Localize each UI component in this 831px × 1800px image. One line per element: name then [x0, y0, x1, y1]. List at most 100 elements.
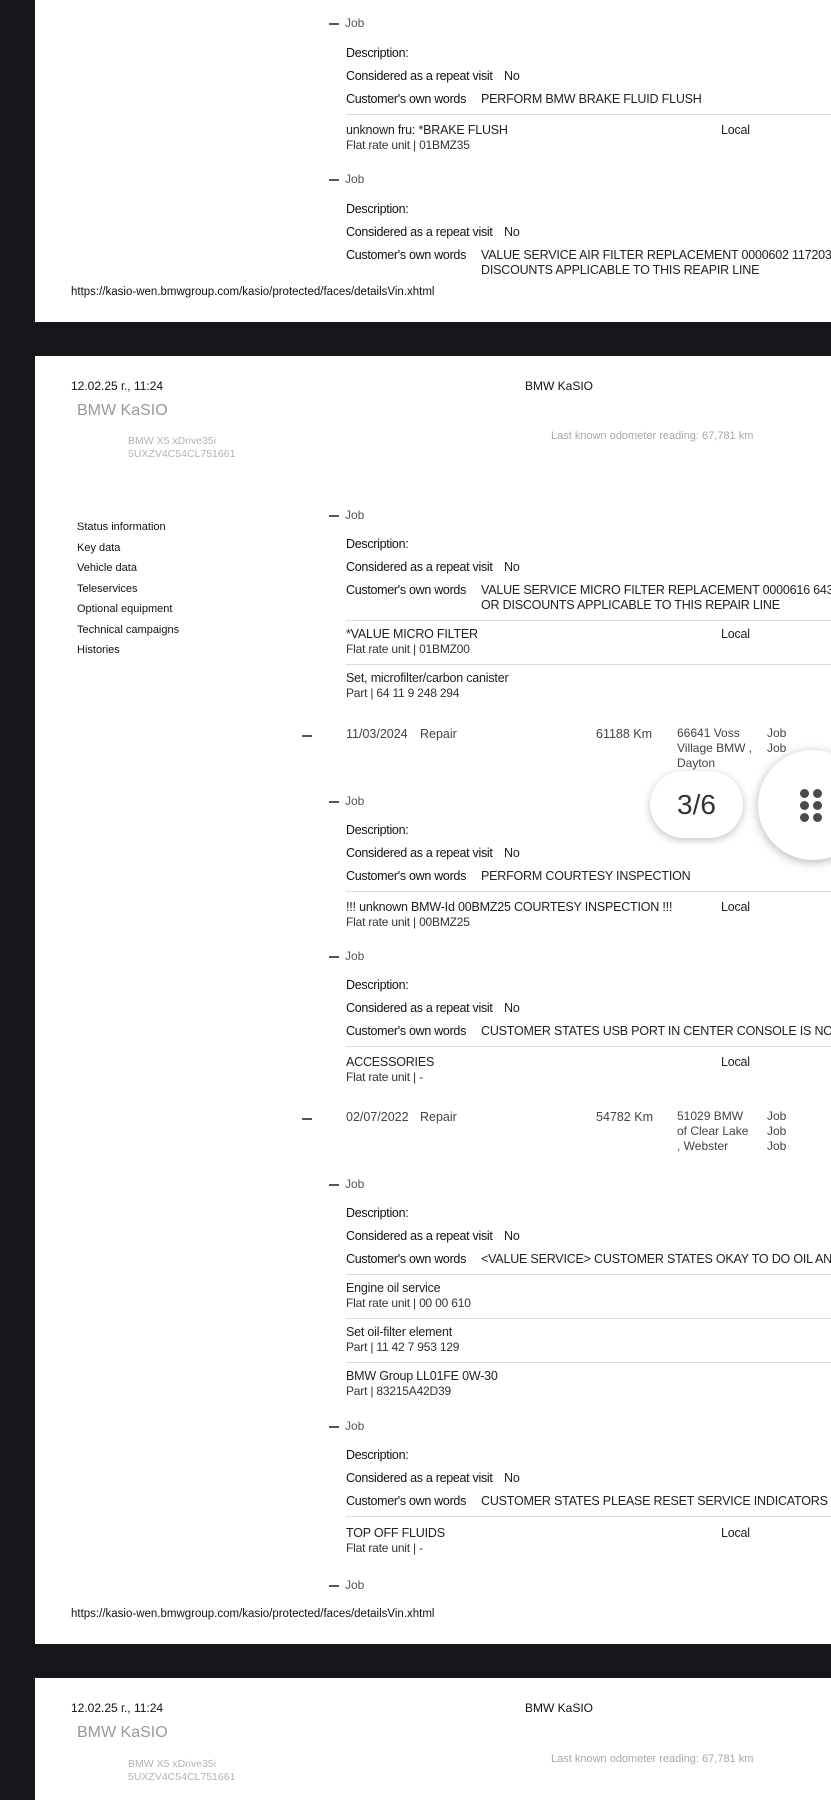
visit-job-link[interactable]: Job	[767, 726, 786, 741]
customer-words-label: Customer's own words	[346, 92, 467, 106]
print-title: BMW KaSIO	[525, 379, 594, 393]
item-name: Set, microfilter/carbon canister	[346, 671, 509, 685]
repeat-visit-label: Considered as a repeat visit	[346, 1229, 493, 1243]
item-name: Engine oil service	[346, 1281, 441, 1295]
app-logo: BMW KaSIO	[77, 402, 168, 419]
divider	[346, 664, 831, 665]
customer-words-label: Customer's own words	[346, 869, 467, 883]
print-title: BMW KaSIO	[525, 1701, 594, 1715]
item-sub: Flat rate unit | 00BMZ25	[346, 915, 470, 929]
job-toggle[interactable]: Job	[329, 1177, 364, 1191]
divider	[346, 1516, 831, 1517]
job-toggle[interactable]: Job	[329, 508, 364, 522]
item-name: Set oil-filter element	[346, 1325, 453, 1339]
item-name: !!! unknown BMW-Id 00BMZ25 COURTESY INSP…	[346, 900, 673, 914]
item-sub: Flat rate unit | 01BMZ35	[346, 138, 470, 152]
description-label: Description:	[346, 537, 409, 551]
divider	[346, 114, 831, 115]
divider	[346, 1046, 831, 1047]
visit-job-link[interactable]: Job	[767, 1124, 786, 1139]
print-datetime: 12.02.25 г., 11:24	[71, 1701, 164, 1715]
customer-words-label: Customer's own words	[346, 1252, 467, 1266]
customer-words-value-cont: OR DISCOUNTS APPLICABLE TO THIS REPAIR L…	[481, 598, 780, 612]
item-sub: Flat rate unit | 00 00 610	[346, 1296, 471, 1310]
customer-words-value: CUSTOMER STATES PLEASE RESET SERVICE IND…	[481, 1494, 828, 1508]
job-toggle[interactable]: Job	[329, 1578, 364, 1592]
visit-type: Repair	[420, 1110, 457, 1124]
description-label: Description:	[346, 823, 409, 837]
visit-collapse-icon[interactable]	[302, 1118, 312, 1120]
repeat-visit-value: No	[504, 1001, 520, 1015]
repeat-visit-value: No	[504, 1229, 520, 1243]
collapse-icon	[329, 1425, 339, 1428]
app-logo: BMW KaSIO	[77, 1724, 168, 1741]
description-label: Description:	[346, 46, 409, 60]
job-toggle[interactable]: Job	[329, 172, 364, 186]
repeat-visit-label: Considered as a repeat visit	[346, 560, 493, 574]
sidebar-item-optional-equipment[interactable]: Optional equipment	[77, 603, 172, 615]
visit-km: 54782 Km	[596, 1110, 653, 1124]
repeat-visit-value: No	[504, 69, 520, 83]
repeat-visit-label: Considered as a repeat visit	[346, 1471, 493, 1485]
vehicle-vin: 5UXZV4C54CL751661	[128, 1771, 236, 1783]
divider	[346, 891, 831, 892]
document-page-1: Job Description: Considered as a repeat …	[35, 0, 831, 322]
divider	[346, 1362, 831, 1363]
visit-collapse-icon[interactable]	[302, 735, 312, 737]
item-name: BMW Group LL01FE 0W-30	[346, 1369, 498, 1383]
repeat-visit-value: No	[504, 560, 520, 574]
job-toggle[interactable]: Job	[329, 794, 364, 808]
divider	[346, 1274, 831, 1275]
status-local: Local	[721, 1526, 750, 1540]
visit-job-link[interactable]: Job	[767, 1139, 786, 1154]
collapse-icon	[329, 178, 339, 181]
item-sub: Flat rate unit | -	[346, 1070, 423, 1084]
item-name: ACCESSORIES	[346, 1055, 435, 1069]
repeat-visit-label: Considered as a repeat visit	[346, 225, 493, 239]
visit-dealer: 66641 Voss Village BMW , Dayton	[677, 726, 753, 770]
document-page-2: 12.02.25 г., 11:24 BMW KaSIO BMW KaSIO B…	[35, 356, 831, 1644]
visit-type: Repair	[420, 727, 457, 741]
customer-words-value: PERFORM BMW BRAKE FLUID FLUSH	[481, 92, 702, 106]
description-label: Description:	[346, 202, 409, 216]
sidebar-item-vehicle-data[interactable]: Vehicle data	[77, 562, 137, 574]
visit-job-link[interactable]: Job	[767, 1109, 786, 1124]
document-page-3: 12.02.25 г., 11:24 BMW KaSIO BMW KaSIO B…	[35, 1678, 831, 1800]
divider	[346, 1318, 831, 1319]
sidebar-item-status-information[interactable]: Status information	[77, 521, 166, 533]
repeat-visit-value: No	[504, 225, 520, 239]
customer-words-value: VALUE SERVICE MICRO FILTER REPLACEMENT 0…	[481, 583, 831, 597]
page-url: https://kasio-wen.bmwgroup.com/kasio/pro…	[71, 286, 435, 298]
customer-words-value: <VALUE SERVICE> CUSTOMER STATES OKAY TO …	[481, 1252, 831, 1266]
sidebar-item-technical-campaigns[interactable]: Technical campaigns	[77, 624, 179, 636]
repeat-visit-label: Considered as a repeat visit	[346, 846, 493, 860]
customer-words-label: Customer's own words	[346, 1024, 467, 1038]
job-toggle[interactable]: Job	[329, 16, 364, 30]
job-toggle[interactable]: Job	[329, 949, 364, 963]
job-toggle[interactable]: Job	[329, 1419, 364, 1433]
visit-job-link[interactable]: Job	[767, 741, 786, 756]
sidebar-item-key-data[interactable]: Key data	[77, 542, 120, 554]
customer-words-label: Customer's own words	[346, 1494, 467, 1508]
repeat-visit-label: Considered as a repeat visit	[346, 69, 493, 83]
repeat-visit-label: Considered as a repeat visit	[346, 1001, 493, 1015]
page-url: https://kasio-wen.bmwgroup.com/kasio/pro…	[71, 1608, 435, 1620]
sidebar-item-teleservices[interactable]: Teleservices	[77, 583, 138, 595]
item-sub: Part | 11 42 7 953 129	[346, 1340, 460, 1354]
customer-words-value-cont: DISCOUNTS APPLICABLE TO THIS REAPIR LINE	[481, 263, 760, 277]
visit-dealer: 51029 BMW of Clear Lake , Webster	[677, 1109, 749, 1153]
status-local: Local	[721, 123, 750, 137]
customer-words-value: PERFORM COURTESY INSPECTION	[481, 869, 691, 883]
sidebar-item-histories[interactable]: Histories	[77, 644, 120, 656]
collapse-icon	[329, 800, 339, 803]
description-label: Description:	[346, 1206, 409, 1220]
collapse-icon	[329, 1584, 339, 1587]
customer-words-label: Customer's own words	[346, 583, 467, 597]
customer-words-value: VALUE SERVICE AIR FILTER REPLACEMENT 000…	[481, 248, 831, 262]
odometer-reading: Last known odometer reading: 67,781 km	[551, 430, 754, 442]
collapse-icon	[329, 22, 339, 25]
collapse-icon	[329, 955, 339, 958]
repeat-visit-value: No	[504, 1471, 520, 1485]
status-local: Local	[721, 627, 750, 641]
vehicle-vin: 5UXZV4C54CL751661	[128, 448, 236, 460]
